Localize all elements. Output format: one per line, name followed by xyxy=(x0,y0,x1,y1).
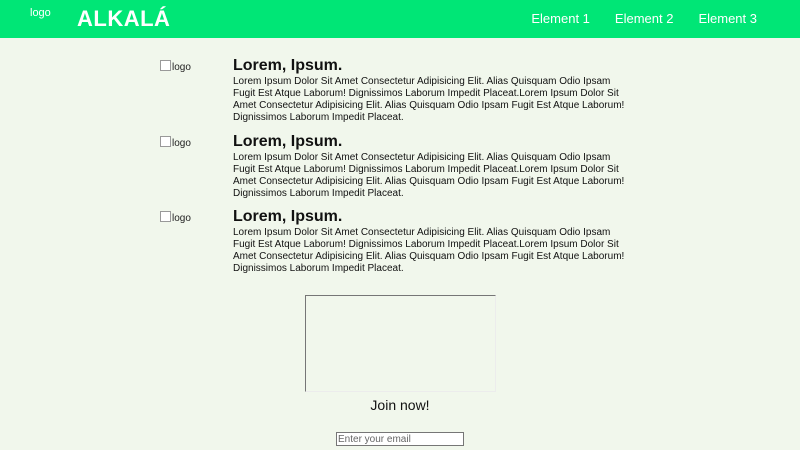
top-navbar: logo ALKALÁ Element 1 Element 2 Element … xyxy=(0,0,800,38)
feature-title: Lorem, Ipsum. xyxy=(233,208,343,225)
logo-image[interactable]: logo xyxy=(30,7,51,19)
feature-logo-image: logo xyxy=(160,136,191,149)
video-frame[interactable] xyxy=(305,295,496,392)
brand-title[interactable]: ALKALÁ xyxy=(77,6,170,32)
feature-logo-image: logo xyxy=(160,60,191,73)
feature-title: Lorem, Ipsum. xyxy=(233,57,343,74)
join-heading: Join now! xyxy=(370,397,430,413)
feature-description: Lorem Ipsum Dolor Sit Amet Consectetur A… xyxy=(233,76,625,123)
feature-logo-image: logo xyxy=(160,211,191,224)
nav-link-element-1[interactable]: Element 1 xyxy=(531,11,590,26)
main-nav: Element 1 Element 2 Element 3 xyxy=(531,11,757,26)
nav-link-element-2[interactable]: Element 2 xyxy=(615,11,674,26)
feature-description: Lorem Ipsum Dolor Sit Amet Consectetur A… xyxy=(233,227,625,274)
feature-description: Lorem Ipsum Dolor Sit Amet Consectetur A… xyxy=(233,152,625,199)
email-field[interactable] xyxy=(336,432,464,446)
feature-title: Lorem, Ipsum. xyxy=(233,133,343,150)
nav-link-element-3[interactable]: Element 3 xyxy=(698,11,757,26)
